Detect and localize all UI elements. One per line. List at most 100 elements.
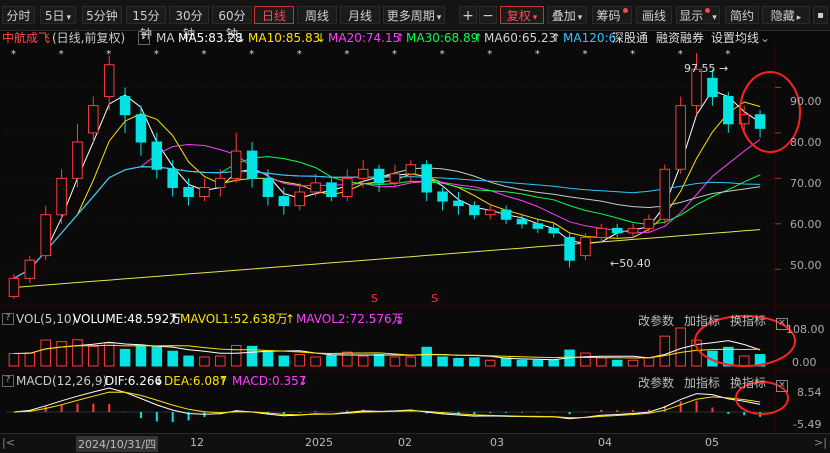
candle-body bbox=[310, 182, 321, 193]
price-axis-60: 60.00 bbox=[790, 218, 822, 231]
ma10-line bbox=[13, 101, 761, 279]
volume-bar bbox=[278, 355, 290, 367]
candle-body bbox=[215, 177, 226, 188]
volume-bar bbox=[373, 354, 385, 367]
volume-bar bbox=[738, 355, 750, 367]
volume-bar bbox=[88, 345, 99, 367]
event-star-icon: * bbox=[59, 49, 64, 60]
add-indicator-button[interactable]: 加指标 bbox=[684, 314, 720, 328]
x-axis-label-dec: 12 bbox=[190, 436, 204, 449]
macd-arrow-icon: ↓ bbox=[298, 374, 309, 388]
volume-bar bbox=[24, 352, 36, 367]
volume-bar bbox=[72, 339, 83, 367]
volume-bar bbox=[627, 359, 639, 367]
candle-body bbox=[357, 168, 369, 179]
candle-body bbox=[484, 209, 496, 216]
candle-body bbox=[151, 141, 163, 170]
volume-bar bbox=[103, 342, 115, 367]
price-axis-90: 90.00 bbox=[790, 95, 822, 108]
candle-body bbox=[103, 64, 115, 98]
candle-body bbox=[278, 196, 290, 207]
candle-body bbox=[627, 227, 639, 234]
event-star-icon: * bbox=[154, 49, 159, 60]
help-icon[interactable]: ? bbox=[2, 375, 14, 387]
candle-body bbox=[516, 218, 528, 225]
volume-arrow-icon: ↑ bbox=[169, 312, 180, 326]
scroll-right-icon[interactable]: >| bbox=[814, 436, 827, 449]
macd-panel-tools: 改参数 加指标 换指标 × bbox=[628, 374, 789, 392]
volume-bar bbox=[56, 341, 67, 367]
switch-indicator-button[interactable]: 换指标 bbox=[730, 314, 766, 328]
candle-body bbox=[389, 173, 401, 184]
candle-body bbox=[437, 191, 448, 202]
high-price-label: 97.55 → bbox=[684, 62, 728, 75]
volume-bar bbox=[659, 335, 671, 367]
event-star-icon: * bbox=[440, 49, 445, 60]
add-indicator-button[interactable]: 加指标 bbox=[684, 376, 720, 390]
volume-bar bbox=[421, 346, 432, 367]
dif-arrow-icon: ↓ bbox=[154, 374, 165, 388]
volume-bar bbox=[342, 351, 353, 367]
volume-bar bbox=[199, 356, 210, 367]
volume-axis-top: 108.00 bbox=[786, 323, 825, 336]
candle-body bbox=[532, 223, 544, 229]
x-axis-label-may: 05 bbox=[705, 436, 719, 449]
low-price-value: 50.40 bbox=[619, 257, 651, 270]
s-marker-icon[interactable]: S bbox=[431, 292, 438, 305]
volume-bar bbox=[167, 350, 178, 367]
candle-body bbox=[580, 236, 591, 257]
volume-bar bbox=[357, 355, 369, 367]
candle-body bbox=[421, 164, 432, 193]
candle-body bbox=[342, 177, 353, 198]
s-marker-icon[interactable]: S bbox=[371, 292, 378, 305]
candle-body bbox=[659, 168, 671, 220]
candle-body bbox=[707, 77, 718, 98]
x-axis-date-cursor: 2024/10/31/四 bbox=[76, 436, 159, 452]
candle-body bbox=[500, 209, 512, 220]
mavol2-arrow-icon: ↓ bbox=[394, 312, 405, 326]
event-star-icon: * bbox=[630, 49, 635, 60]
volume-bar bbox=[500, 357, 512, 367]
volume-bar bbox=[326, 354, 337, 367]
mavol2-value: MAVOL2:72.576万 bbox=[296, 312, 404, 326]
event-star-icon: * bbox=[725, 49, 730, 60]
candle-body bbox=[230, 150, 242, 179]
price-axis-80: 80.00 bbox=[790, 136, 822, 149]
close-icon[interactable]: × bbox=[776, 380, 789, 392]
candle-body bbox=[72, 141, 83, 179]
scroll-left-icon[interactable]: |< bbox=[2, 436, 15, 449]
macd-axis-bottom: -5.49 bbox=[793, 418, 822, 431]
mavol1-arrow-icon: ↑ bbox=[285, 312, 296, 326]
candle-body bbox=[564, 236, 575, 261]
candle-body bbox=[8, 277, 20, 298]
help-icon[interactable]: ? bbox=[2, 313, 14, 325]
volume-bar bbox=[310, 356, 321, 367]
volume-bar bbox=[151, 345, 163, 367]
event-star-icon: * bbox=[344, 49, 349, 60]
candle-body bbox=[167, 168, 178, 188]
switch-indicator-button[interactable]: 换指标 bbox=[730, 376, 766, 390]
x-axis-label-apr: 04 bbox=[598, 436, 612, 449]
candle-body bbox=[56, 177, 67, 216]
volume-bar bbox=[183, 355, 194, 367]
candle-body bbox=[183, 186, 194, 198]
volume-panel-tools: 改参数 加指标 换指标 × bbox=[628, 312, 789, 330]
macd-title[interactable]: MACD(12,26,9) bbox=[16, 373, 107, 389]
volume-bar bbox=[437, 356, 448, 367]
event-star-icon: * bbox=[11, 49, 16, 60]
volume-bar bbox=[580, 352, 591, 367]
volume-bar bbox=[532, 359, 544, 367]
volume-bar bbox=[675, 327, 686, 367]
event-star-icon: * bbox=[201, 49, 206, 60]
candle-body bbox=[326, 182, 337, 198]
change-params-button[interactable]: 改参数 bbox=[638, 376, 674, 390]
low-price-label: ←50.40 bbox=[610, 257, 651, 270]
volume-bar bbox=[40, 339, 51, 367]
event-star-icon: * bbox=[678, 49, 683, 60]
macd-value: MACD:0.357 bbox=[232, 374, 307, 388]
volume-bar bbox=[405, 356, 417, 367]
change-params-button[interactable]: 改参数 bbox=[638, 314, 674, 328]
mavol1-value: MAVOL1:52.638万 bbox=[180, 312, 288, 326]
vol-title[interactable]: VOL(5,10) bbox=[16, 311, 76, 327]
volume-bar bbox=[215, 355, 226, 367]
